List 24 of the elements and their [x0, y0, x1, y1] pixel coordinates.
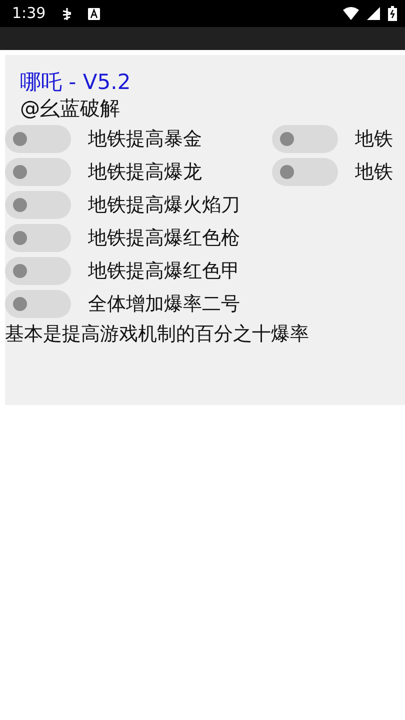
- switch-label: 全体增加爆率二号: [88, 292, 240, 317]
- keyboard-icon: [88, 8, 100, 20]
- switch-label: 地铁提高爆火焰刀: [88, 192, 240, 218]
- toggle-switch[interactable]: [5, 290, 71, 318]
- toggle-switch[interactable]: [5, 257, 71, 285]
- status-time: 1:39: [12, 3, 46, 24]
- switch-label: 地铁提高爆龙: [88, 160, 202, 185]
- toggle-switch[interactable]: [272, 125, 338, 153]
- wifi-icon: [343, 7, 359, 20]
- toggle-switch[interactable]: [272, 158, 338, 186]
- toggle-switch[interactable]: [5, 224, 71, 252]
- signal-icon: [367, 7, 380, 20]
- switch-label: 地铁: [355, 160, 393, 185]
- toggle-switch[interactable]: [5, 125, 71, 153]
- note-text: 基本是提高游戏机制的百分之十爆率: [5, 322, 310, 347]
- switch-label: 地铁: [355, 126, 393, 152]
- battery-icon: [388, 6, 397, 21]
- switch-label: 地铁提高爆红色枪: [88, 226, 240, 251]
- switch-label: 地铁提高暴金: [88, 126, 202, 152]
- toggle-switch[interactable]: [5, 158, 71, 186]
- panel-title: 哪吒 - V5.2: [20, 69, 132, 95]
- author-label: @幺蓝破解: [20, 95, 121, 121]
- switch-label: 地铁提高爆红色甲: [88, 258, 240, 284]
- toggle-switch[interactable]: [5, 191, 71, 219]
